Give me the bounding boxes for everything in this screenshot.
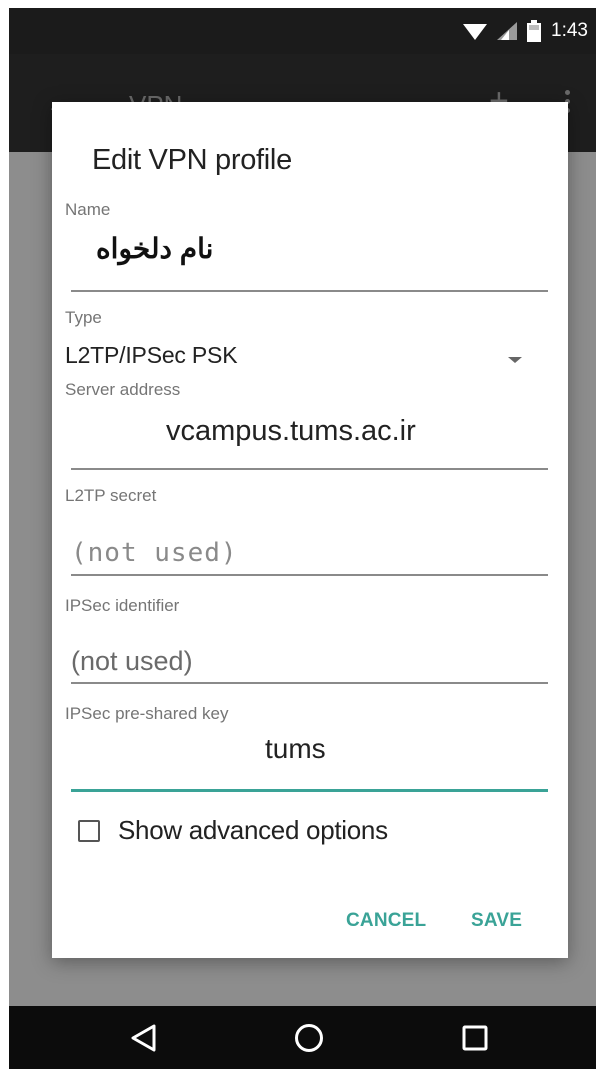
phone-screen: 1:43 ← VPN + Edit VPN profile Name نام د… [9, 8, 596, 1069]
save-button[interactable]: SAVE [471, 910, 522, 932]
ipsec-identifier-label: IPSec identifier [65, 596, 180, 615]
dialog-title: Edit VPN profile [92, 144, 292, 176]
home-circle-icon[interactable] [293, 1022, 325, 1054]
server-address-underline [71, 468, 548, 470]
nav-bar [9, 1006, 596, 1069]
name-input[interactable]: نام دلخواه [96, 232, 213, 265]
signal-icon [497, 22, 518, 40]
server-address-label: Server address [65, 380, 181, 399]
type-label: Type [65, 308, 102, 327]
ipsec-psk-underline [71, 789, 548, 792]
name-underline [71, 290, 548, 292]
name-label: Name [65, 200, 111, 219]
wifi-icon [463, 24, 488, 40]
dropdown-arrow-icon[interactable] [508, 357, 522, 363]
status-bar: 1:43 [9, 8, 596, 54]
l2tp-secret-underline [71, 574, 548, 576]
ipsec-psk-input[interactable]: tums [265, 733, 326, 765]
ipsec-identifier-underline [71, 682, 548, 684]
type-select[interactable]: L2TP/IPSec PSK [65, 342, 238, 369]
battery-icon [527, 20, 542, 42]
show-advanced-checkbox[interactable] [78, 820, 100, 842]
l2tp-secret-input[interactable]: (not used) [71, 538, 238, 568]
recents-square-icon[interactable] [459, 1022, 491, 1054]
ipsec-psk-label: IPSec pre-shared key [65, 704, 229, 723]
ipsec-identifier-input[interactable]: (not used) [71, 646, 193, 677]
server-address-input[interactable]: vcampus.tums.ac.ir [166, 415, 416, 448]
back-triangle-icon[interactable] [127, 1022, 159, 1054]
status-icons: 1:43 [463, 18, 588, 44]
show-advanced-label[interactable]: Show advanced options [118, 815, 388, 846]
status-time: 1:43 [551, 20, 588, 41]
edit-vpn-dialog: Edit VPN profile Name نام دلخواه Type L2… [52, 102, 568, 958]
cancel-button[interactable]: CANCEL [346, 910, 426, 932]
l2tp-secret-label: L2TP secret [65, 486, 157, 505]
